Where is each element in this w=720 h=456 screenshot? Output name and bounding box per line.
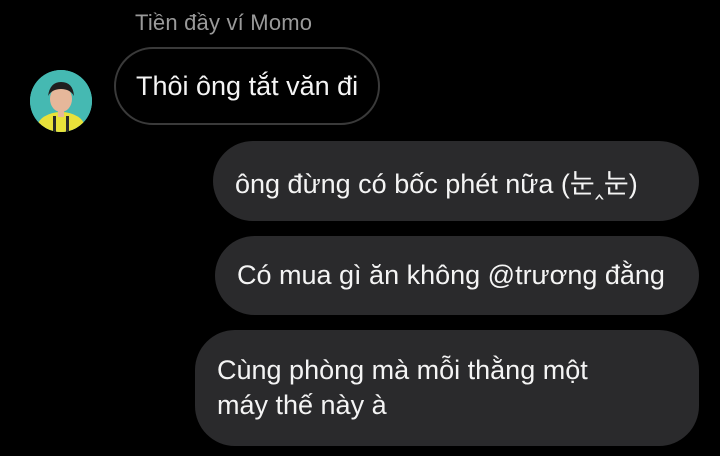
message-sent[interactable]: Có mua gì ăn không @trương đằng (215, 236, 699, 315)
message-received[interactable]: Thôi ông tắt văn đi (114, 47, 381, 125)
user-avatar-icon (30, 70, 92, 132)
message-sent[interactable]: Cùng phòng mà mỗi thằng một máy thế này … (195, 330, 699, 446)
avatar[interactable] (30, 70, 92, 132)
reply-label: Tiền đầy ví Momo (135, 10, 313, 35)
message-sent[interactable]: ông đừng có bốc phét nữa (눈‸눈) (213, 141, 699, 221)
